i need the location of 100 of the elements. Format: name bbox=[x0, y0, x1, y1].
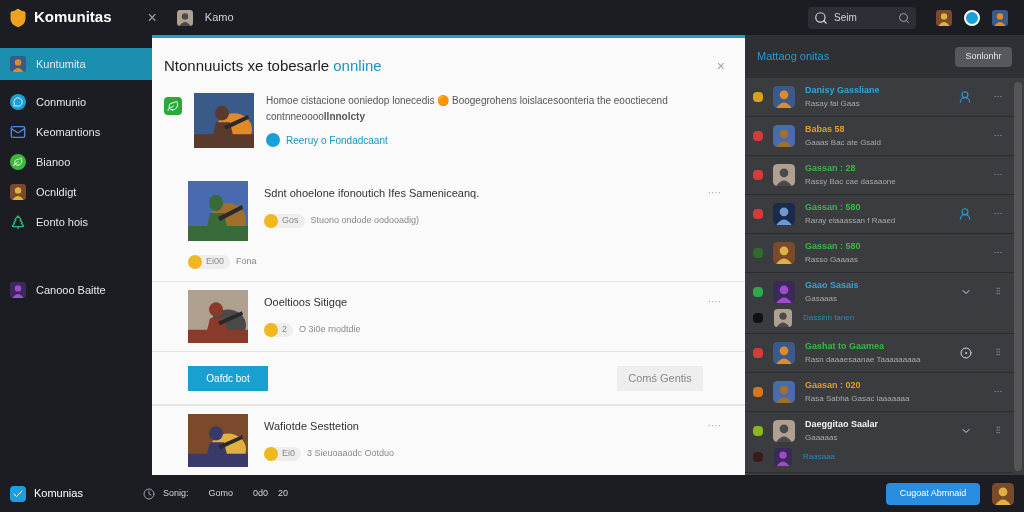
avatar-icon bbox=[10, 282, 26, 298]
sidebar-item[interactable]: Eonto hois bbox=[0, 207, 152, 237]
secondary-button[interactable]: Comś Gentis bbox=[617, 365, 703, 391]
friend-status: Rasay fal Gaas bbox=[805, 98, 861, 110]
sidebar-item[interactable]: Bianoo bbox=[0, 147, 152, 177]
friend-name[interactable]: Gassan : 580 bbox=[805, 201, 948, 214]
more-button[interactable]: ⁝⁝ bbox=[990, 424, 1006, 438]
post-title: Ooeltioos Sitigqe bbox=[264, 295, 349, 311]
post-title: Wafiotde Sesttetion bbox=[264, 419, 360, 434]
friend-status: Raray elaaassan f Raaed bbox=[805, 215, 897, 227]
avatar-icon bbox=[936, 9, 952, 26]
friend-name[interactable]: Gaasan : 020 bbox=[805, 379, 972, 392]
friend-status: Rasso Gaaaas bbox=[805, 254, 859, 266]
friend-name[interactable]: Gassan : 580 bbox=[805, 240, 972, 253]
more-button[interactable]: ··· bbox=[990, 129, 1006, 143]
scrollbar[interactable] bbox=[1014, 82, 1022, 471]
friend-name[interactable]: Gashat to Gaamea bbox=[805, 340, 950, 353]
app-icon bbox=[164, 96, 182, 115]
avatar-icon bbox=[773, 381, 795, 403]
friend-name[interactable]: Danisy Gassliane bbox=[805, 84, 948, 97]
app-title: Komunias bbox=[34, 486, 83, 502]
reaction-pill[interactable]: Ei00 bbox=[188, 255, 230, 270]
chat-icon bbox=[10, 94, 26, 110]
more-button[interactable]: ···· bbox=[707, 185, 721, 201]
avatar-icon bbox=[176, 9, 193, 26]
clock-icon bbox=[142, 487, 155, 500]
avatar-icon bbox=[992, 9, 1008, 26]
avatar-icon bbox=[773, 342, 795, 364]
more-button[interactable]: ··· bbox=[990, 90, 1006, 104]
sidebar-item[interactable]: Kuntumita bbox=[0, 48, 152, 80]
search-field[interactable]: Seim bbox=[808, 6, 916, 29]
post-meta: 3 Sieuoaaodc Ootduo bbox=[307, 446, 395, 460]
avatar-icon bbox=[773, 420, 795, 442]
more-button[interactable]: ··· bbox=[990, 207, 1006, 221]
post-meta: Fona bbox=[236, 255, 257, 269]
more-button[interactable]: ⁝⁝ bbox=[990, 285, 1006, 299]
friend-name[interactable]: Babas 58 bbox=[805, 123, 972, 136]
status-text: Gomo bbox=[208, 486, 233, 500]
friend-name[interactable]: Daeggitao Saalar bbox=[805, 418, 950, 431]
user-name: Kamo bbox=[204, 10, 234, 26]
circle-icon[interactable] bbox=[960, 347, 972, 359]
more-button[interactable]: ···· bbox=[707, 418, 721, 433]
person-icon[interactable] bbox=[958, 90, 972, 104]
close-button[interactable]: × bbox=[147, 5, 157, 30]
sidebar-item[interactable]: Keomantions bbox=[0, 117, 152, 147]
post-link[interactable]: Reeruy o Fondadcaant bbox=[266, 132, 686, 148]
friend-status: Gasaaas bbox=[805, 293, 839, 305]
logo-icon bbox=[10, 485, 26, 502]
status-text: Sonig: bbox=[162, 486, 189, 500]
avatar-icon bbox=[773, 448, 793, 466]
avatar-icon bbox=[773, 164, 795, 186]
avatar-icon bbox=[10, 56, 26, 72]
post-text: Homoe cistacione ooniedop lonecedis 🟠 Boogegrohens loislacesoonteria the eooctiecend contnneoooollnnolcty bbox=[266, 93, 669, 124]
avatar-icon bbox=[773, 242, 795, 264]
more-button[interactable]: ···· bbox=[707, 294, 721, 310]
search-icon bbox=[898, 11, 910, 24]
status-icon[interactable] bbox=[964, 9, 980, 26]
more-button[interactable]: ··· bbox=[990, 246, 1006, 260]
reaction-pill[interactable]: 2 bbox=[264, 322, 293, 337]
friend-name[interactable]: Gassan : 28 bbox=[805, 162, 972, 175]
avatar-icon bbox=[10, 184, 26, 200]
friend-name[interactable]: Gaao Sasais bbox=[805, 279, 950, 292]
app-title: Komunitas bbox=[34, 7, 112, 28]
avatar-icon bbox=[773, 125, 795, 147]
leaf-icon bbox=[10, 154, 26, 170]
avatar-icon bbox=[773, 203, 795, 225]
mail-icon bbox=[10, 124, 26, 140]
more-button[interactable]: ⁝⁝ bbox=[990, 346, 1006, 360]
status-text: 0d0 bbox=[252, 486, 268, 500]
panel-title: Mattaog onitas bbox=[757, 49, 830, 65]
friend-status: Gaaas Bac ate Gsald bbox=[805, 137, 883, 149]
avatar-icon bbox=[992, 482, 1014, 505]
avatar-icon bbox=[773, 86, 795, 108]
primary-button[interactable]: Cugoat Abmnaid bbox=[886, 482, 980, 505]
friend-status: Rasa Sabha Gasac laaaaaaa bbox=[805, 393, 911, 405]
person-icon[interactable] bbox=[958, 207, 972, 221]
reaction-pill[interactable]: Ei0 bbox=[264, 446, 301, 461]
friend-status: Rasn daaaesaanae Taaaaaaaaa bbox=[805, 354, 922, 366]
avatar-icon bbox=[773, 309, 793, 327]
post-meta: O 3i0e rnodtdie bbox=[299, 322, 361, 336]
friend-name[interactable]: Dassinn tanen bbox=[803, 312, 855, 324]
tree-icon bbox=[10, 214, 26, 230]
friend-name[interactable]: Raasaaa bbox=[803, 451, 836, 463]
sidebar-item[interactable]: Canooo Baitte bbox=[0, 275, 152, 305]
avatar-icon bbox=[773, 281, 795, 303]
sidebar-item[interactable]: Ocnldigt bbox=[0, 177, 152, 207]
friend-status: Gaaaaas bbox=[805, 432, 839, 444]
more-button[interactable]: ··· bbox=[990, 385, 1006, 399]
friend-status: Rassy Bac cae dasaaone bbox=[805, 176, 897, 188]
dialog-title: Ntonnuuicts xe tobesarle onnline bbox=[164, 56, 382, 76]
more-button[interactable]: ··· bbox=[990, 168, 1006, 182]
panel-button[interactable]: Sonlonhr bbox=[955, 46, 1012, 67]
close-button[interactable]: × bbox=[716, 56, 725, 77]
logo-icon bbox=[8, 7, 28, 28]
sidebar-item[interactable]: Conmunio bbox=[0, 87, 152, 117]
primary-button[interactable]: Oafdc bot bbox=[188, 365, 268, 391]
search-icon bbox=[814, 10, 828, 25]
status-text: 20 bbox=[278, 486, 288, 500]
reaction-pill[interactable]: Gos bbox=[264, 213, 305, 228]
post-meta: Stuono ondode oodooadig) bbox=[310, 213, 420, 227]
